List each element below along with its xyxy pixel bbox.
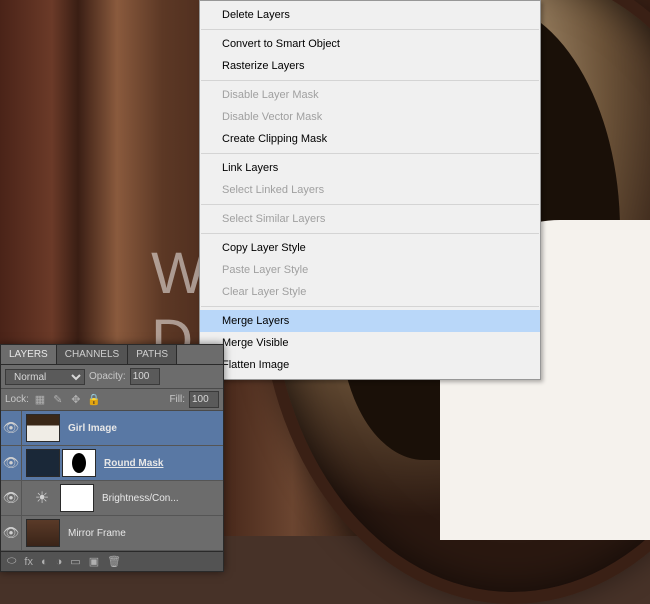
menu-copy-layer-style[interactable]: Copy Layer Style xyxy=(200,237,540,259)
lock-all-icon[interactable]: 🔒 xyxy=(87,393,101,407)
menu-disable-vector-mask: Disable Vector Mask xyxy=(200,106,540,128)
menu-convert-smart-object[interactable]: Convert to Smart Object xyxy=(200,33,540,55)
folder-icon[interactable]: ▭ xyxy=(70,555,80,568)
menu-paste-layer-style: Paste Layer Style xyxy=(200,259,540,281)
mask-thumbnail[interactable] xyxy=(60,484,94,512)
tab-channels[interactable]: CHANNELS xyxy=(57,345,128,364)
lock-label: Lock: xyxy=(5,394,29,405)
menu-rasterize-layers[interactable]: Rasterize Layers xyxy=(200,55,540,77)
fill-input[interactable] xyxy=(189,391,219,408)
layer-name[interactable]: Mirror Frame xyxy=(64,528,126,539)
menu-select-similar-layers: Select Similar Layers xyxy=(200,208,540,230)
visibility-icon[interactable]: 👁 xyxy=(1,411,22,445)
layer-name[interactable]: Girl Image xyxy=(64,423,117,434)
layer-round-mask[interactable]: 👁 Round Mask xyxy=(1,446,223,481)
panel-tabs: LAYERS CHANNELS PATHS xyxy=(1,345,223,365)
menu-separator xyxy=(201,80,539,81)
menu-merge-visible[interactable]: Merge Visible xyxy=(200,332,540,354)
mask-thumbnail[interactable] xyxy=(62,449,96,477)
menu-link-layers[interactable]: Link Layers xyxy=(200,157,540,179)
fx-icon[interactable]: fx xyxy=(24,556,33,568)
link-icon[interactable]: ⬭ xyxy=(7,555,16,568)
layer-thumbnail[interactable] xyxy=(26,519,60,547)
adjustment-icon[interactable]: ◑ xyxy=(56,556,63,568)
layer-name[interactable]: Brightness/Con... xyxy=(98,493,179,504)
layer-girl-image[interactable]: 👁 Girl Image xyxy=(1,411,223,446)
lock-pixels-icon[interactable]: ✎ xyxy=(51,393,65,407)
layer-name[interactable]: Round Mask xyxy=(100,458,163,469)
tab-paths[interactable]: PATHS xyxy=(128,345,177,364)
mask-icon[interactable]: ◐ xyxy=(41,556,48,568)
adjustment-icon[interactable]: ☀ xyxy=(26,485,58,511)
tab-layers[interactable]: LAYERS xyxy=(1,345,57,364)
menu-separator xyxy=(201,306,539,307)
opacity-label: Opacity: xyxy=(89,371,126,382)
menu-separator xyxy=(201,233,539,234)
menu-create-clipping-mask[interactable]: Create Clipping Mask xyxy=(200,128,540,150)
trash-icon[interactable]: 🗑 xyxy=(107,555,121,568)
layer-brightness-contrast[interactable]: 👁 ☀ Brightness/Con... xyxy=(1,481,223,516)
layers-panel: LAYERS CHANNELS PATHS Normal Opacity: Lo… xyxy=(0,344,224,572)
menu-separator xyxy=(201,204,539,205)
menu-disable-layer-mask: Disable Layer Mask xyxy=(200,84,540,106)
visibility-icon[interactable]: 👁 xyxy=(1,481,22,515)
opacity-input[interactable] xyxy=(130,368,160,385)
lock-position-icon[interactable]: ✥ xyxy=(69,393,83,407)
layer-thumbnail[interactable] xyxy=(26,414,60,442)
new-layer-icon[interactable]: ▣ xyxy=(89,555,99,568)
panel-footer: ⬭ fx ◐ ◑ ▭ ▣ 🗑 xyxy=(1,551,223,571)
menu-select-linked-layers: Select Linked Layers xyxy=(200,179,540,201)
lock-transparent-icon[interactable]: ▦ xyxy=(33,393,47,407)
layer-mirror-frame[interactable]: 👁 Mirror Frame xyxy=(1,516,223,551)
fill-label: Fill: xyxy=(169,394,185,405)
visibility-icon[interactable]: 👁 xyxy=(1,516,22,550)
menu-clear-layer-style: Clear Layer Style xyxy=(200,281,540,303)
visibility-icon[interactable]: 👁 xyxy=(1,446,22,480)
layer-thumbnail[interactable] xyxy=(26,449,60,477)
lock-row: Lock: ▦ ✎ ✥ 🔒 Fill: xyxy=(1,389,223,411)
blend-mode-select[interactable]: Normal xyxy=(5,369,85,385)
menu-flatten-image[interactable]: Flatten Image xyxy=(200,354,540,376)
layers-list: 👁 Girl Image 👁 Round Mask 👁 ☀ Brightness… xyxy=(1,411,223,551)
menu-merge-layers[interactable]: Merge Layers xyxy=(200,310,540,332)
menu-separator xyxy=(201,153,539,154)
context-menu: Delete Layers Convert to Smart Object Ra… xyxy=(199,0,541,380)
blend-row: Normal Opacity: xyxy=(1,365,223,389)
menu-delete-layers[interactable]: Delete Layers xyxy=(200,4,540,26)
menu-separator xyxy=(201,29,539,30)
